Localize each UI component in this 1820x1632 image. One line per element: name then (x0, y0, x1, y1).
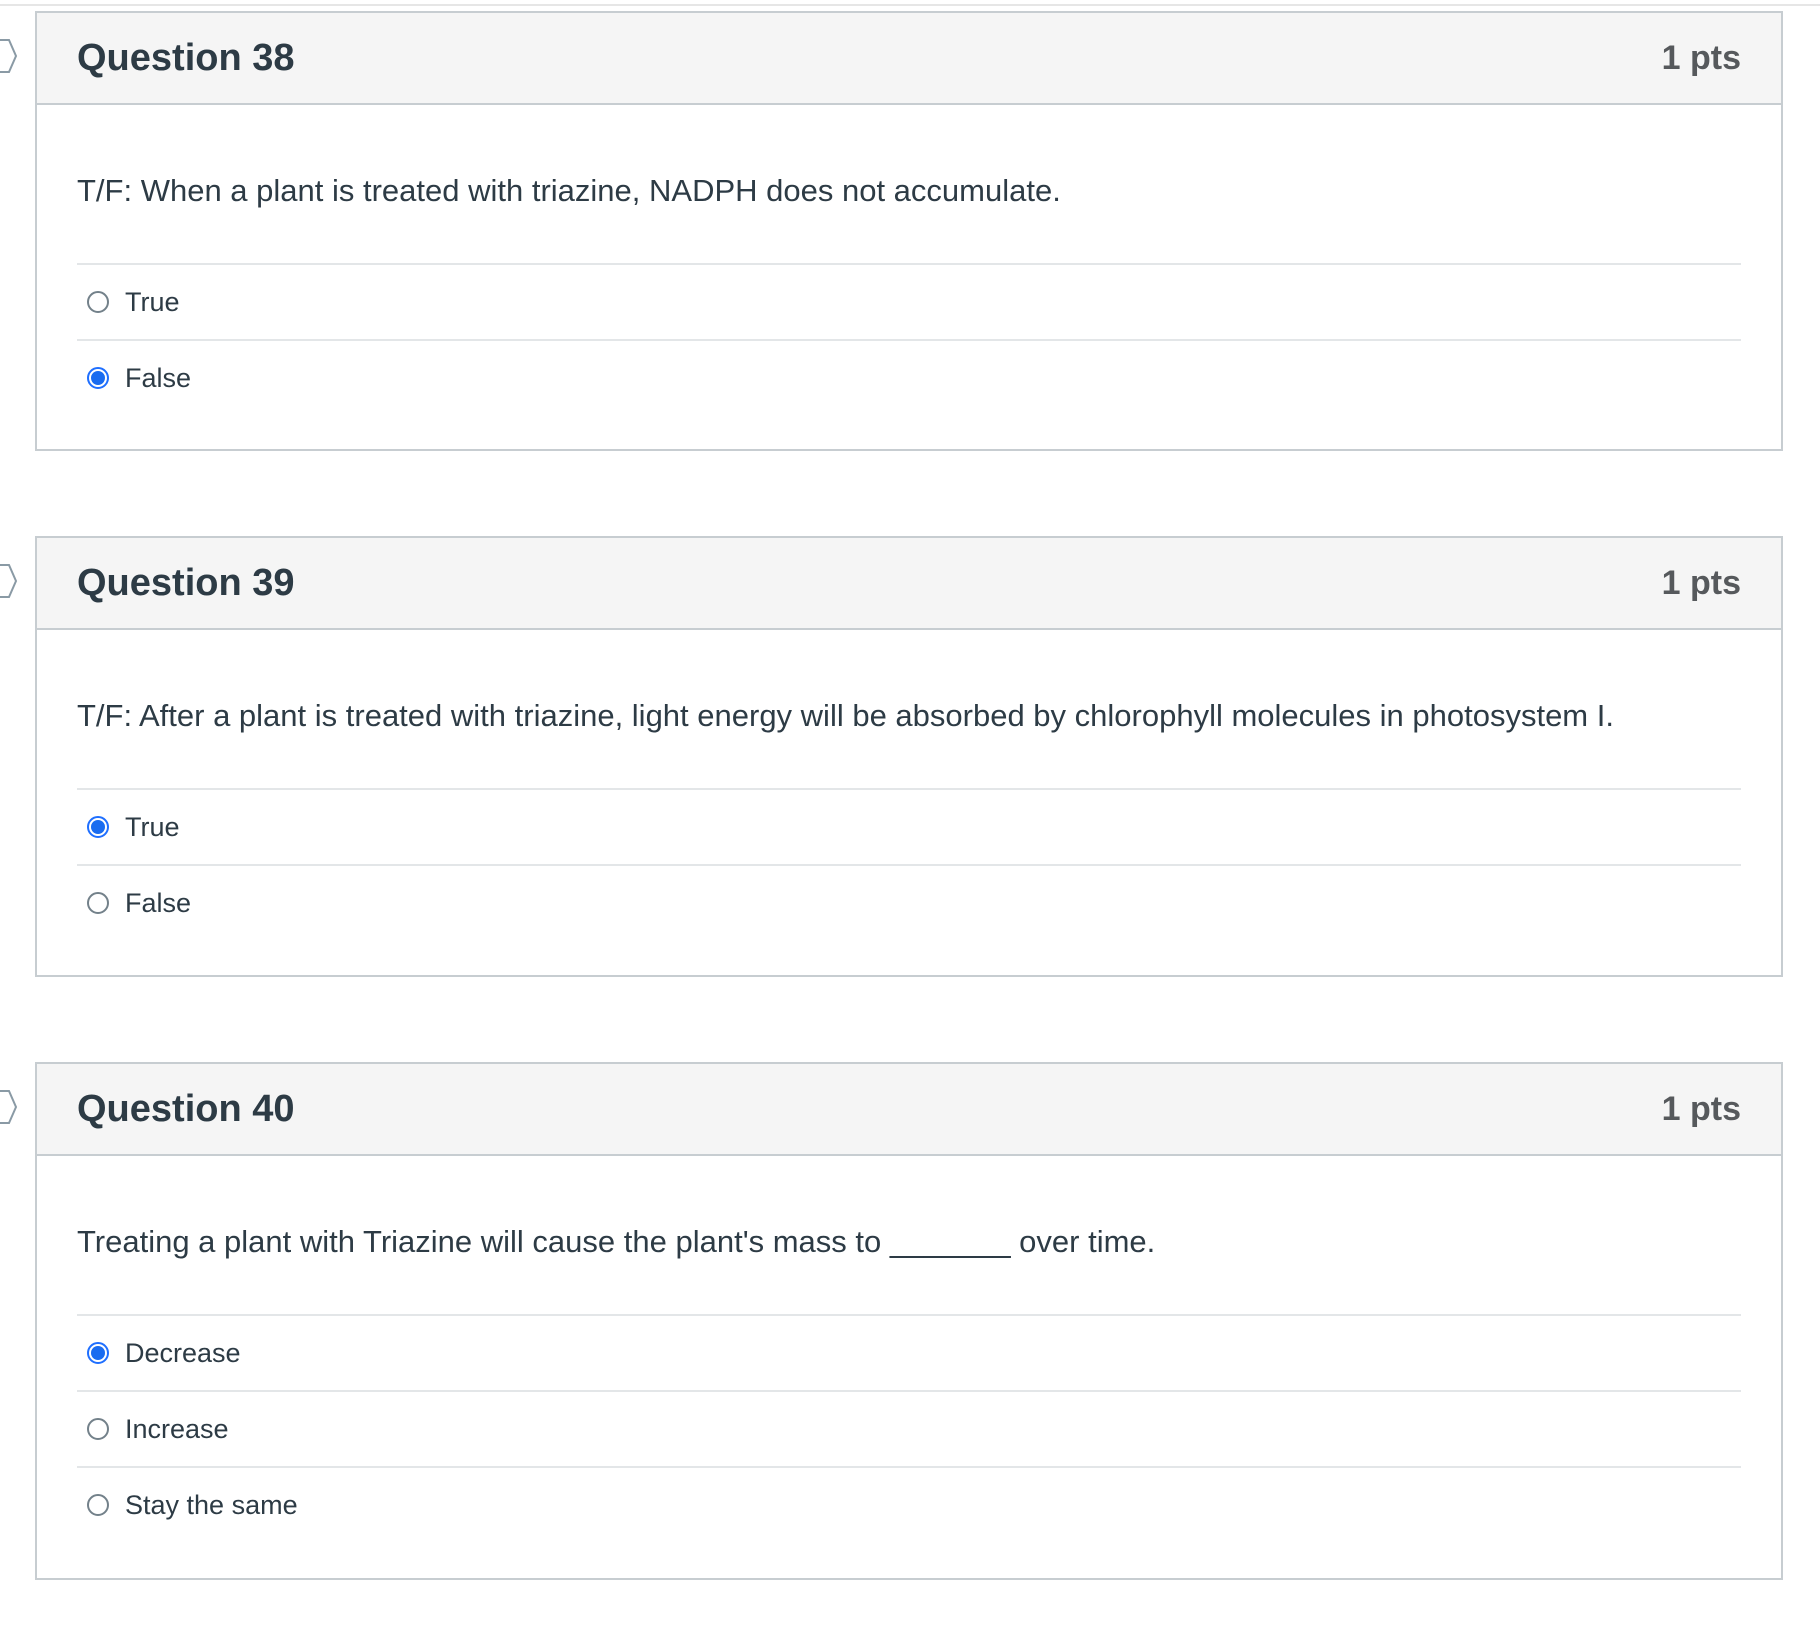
flag-marker-icon[interactable] (0, 1089, 18, 1125)
question-header: Question 40 1 pts (37, 1064, 1781, 1156)
answer-label: True (125, 286, 180, 317)
answer-true[interactable]: True (77, 265, 1741, 341)
radio-button[interactable] (87, 1418, 109, 1440)
flag-marker-icon[interactable] (0, 563, 18, 599)
question-title: Question 38 (77, 36, 295, 79)
answer-false[interactable]: False (77, 341, 1741, 415)
answer-true[interactable]: True (77, 790, 1741, 866)
radio-button-selected[interactable] (87, 816, 109, 838)
question-title: Question 40 (77, 1087, 295, 1130)
answer-label: Stay the same (125, 1489, 298, 1520)
question-points: 1 pts (1661, 38, 1741, 77)
radio-button-selected[interactable] (87, 1342, 109, 1364)
question-header: Question 38 1 pts (37, 13, 1781, 105)
flag-marker-icon[interactable] (0, 38, 18, 74)
radio-button-selected[interactable] (87, 367, 109, 389)
question-title: Question 39 (77, 561, 295, 604)
question-header: Question 39 1 pts (37, 538, 1781, 630)
question-39: Question 39 1 pts T/F: After a plant is … (35, 536, 1783, 977)
answer-false[interactable]: False (77, 866, 1741, 940)
question-text: T/F: When a plant is treated with triazi… (77, 105, 1741, 265)
radio-button[interactable] (87, 892, 109, 914)
radio-button[interactable] (87, 291, 109, 313)
question-body: T/F: After a plant is treated with triaz… (37, 630, 1781, 940)
question-text: Treating a plant with Triazine will caus… (77, 1156, 1741, 1316)
answer-label: False (125, 362, 192, 393)
question-text: T/F: After a plant is treated with triaz… (77, 630, 1741, 790)
answer-label: Decrease (125, 1337, 241, 1368)
radio-button[interactable] (87, 1494, 109, 1516)
question-points: 1 pts (1661, 1089, 1741, 1128)
answer-increase[interactable]: Increase (77, 1392, 1741, 1468)
answer-label: True (125, 811, 180, 842)
answer-stay-the-same[interactable]: Stay the same (77, 1468, 1741, 1542)
question-points: 1 pts (1661, 563, 1741, 602)
question-38: Question 38 1 pts T/F: When a plant is t… (35, 11, 1783, 451)
question-body: T/F: When a plant is treated with triazi… (37, 105, 1781, 415)
answer-label: False (125, 887, 192, 918)
question-body: Treating a plant with Triazine will caus… (37, 1156, 1781, 1542)
answer-label: Increase (125, 1413, 229, 1444)
top-divider (0, 4, 1820, 6)
answer-decrease[interactable]: Decrease (77, 1316, 1741, 1392)
question-40: Question 40 1 pts Treating a plant with … (35, 1062, 1783, 1580)
